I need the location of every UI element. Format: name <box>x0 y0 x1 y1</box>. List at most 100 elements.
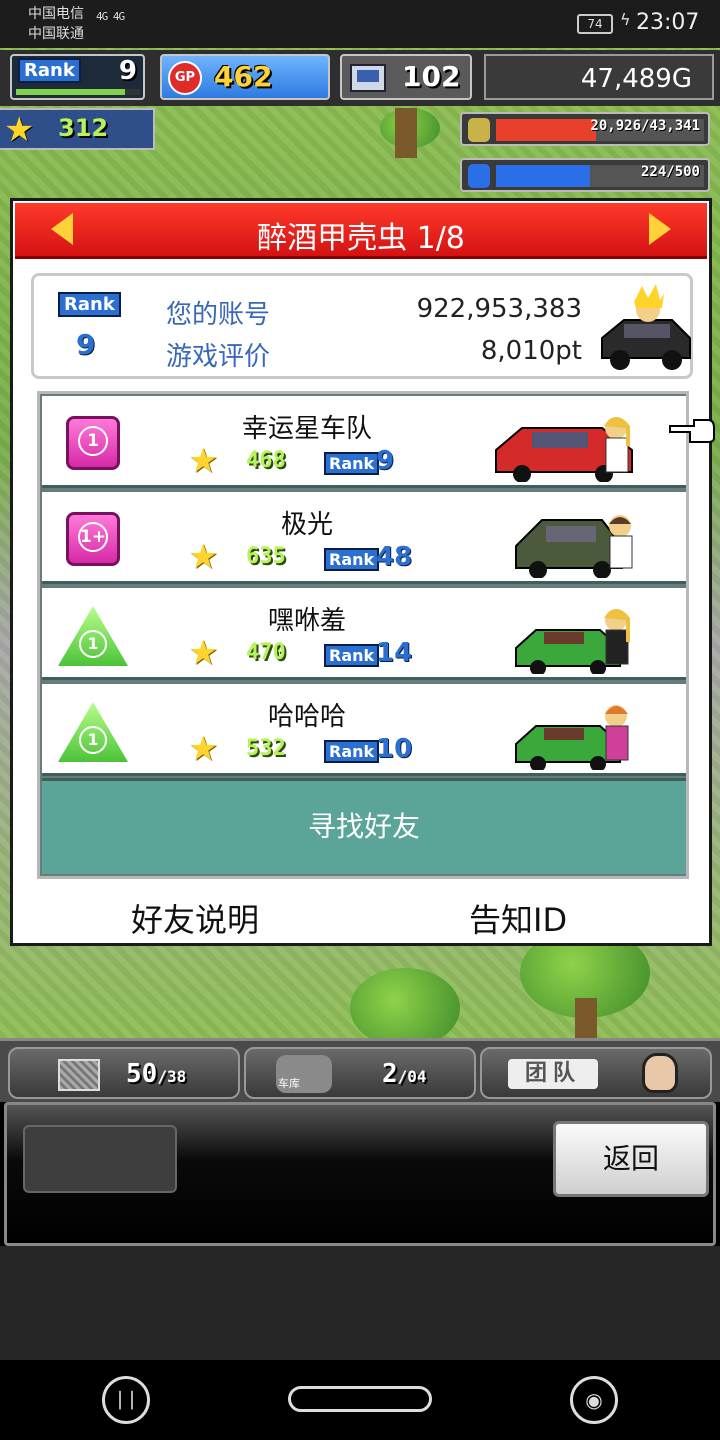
crate-icon <box>58 1059 100 1091</box>
friend-rank-value: 48 <box>376 542 413 572</box>
empty-slot <box>23 1125 177 1193</box>
items-count: 50/38 <box>126 1059 186 1089</box>
friend-car-icon <box>515 705 629 770</box>
home-nav-icon[interactable] <box>288 1386 432 1412</box>
signal-icon: 4G 4G <box>96 10 125 23</box>
water-text: 224/500 <box>640 164 700 180</box>
friend-rank-label: Rank <box>324 740 380 763</box>
rank-value: 9 <box>118 56 137 86</box>
friend-level-badge: 1 <box>58 702 128 762</box>
friend-rank-value: 10 <box>376 734 413 764</box>
friend-car-icon <box>495 417 633 482</box>
star-icon: ★ <box>188 537 219 577</box>
find-friend-button[interactable]: 寻找好友 <box>42 778 686 874</box>
friend-row[interactable]: 1+ 极光 ★ 635 Rank 48 <box>42 492 686 584</box>
star-panel: ★ 312 <box>0 108 155 150</box>
garage-count-value: 2 <box>382 1059 398 1089</box>
star-icon: ★ <box>188 633 219 673</box>
charging-icon: ϟ <box>620 10 631 29</box>
player-car-icon <box>601 284 691 370</box>
empty-area <box>0 1246 720 1360</box>
money-panel: 47,489G <box>484 54 714 100</box>
tree-trunk <box>395 108 417 158</box>
friend-list: 1 幸运星车队 ★ 468 Rank 9 1+ 极光 ★ 635 Rank 48 <box>37 391 689 879</box>
friend-name: 极光 <box>280 510 333 540</box>
fuel-text: 20,926/43,341 <box>590 118 700 134</box>
back-button[interactable]: 返回 <box>553 1121 709 1197</box>
tree-trunk <box>575 998 597 1038</box>
friend-level-badge: 1 <box>58 606 128 666</box>
money-value: 47,489G <box>580 64 692 94</box>
account-label: 您的账号 <box>166 300 271 330</box>
profile-card: Rank 9 您的账号 922,953,383 游戏评价 8,010pt <box>31 273 693 379</box>
bottom-hud: 50/38 车库 2/04 团队 <box>0 1038 720 1102</box>
avatar <box>642 1053 678 1093</box>
rating-value: 8,010pt <box>480 336 582 366</box>
carrier-2: 中国联通 <box>28 26 84 42</box>
star-icon: ★ <box>188 441 219 481</box>
rank-progress-bar <box>16 89 140 95</box>
friend-rank-label: Rank <box>324 644 380 667</box>
battery-icon: 74 <box>577 14 613 34</box>
pc-value: 102 <box>402 60 461 93</box>
assistant-nav-icon[interactable]: ᛁᛁ <box>102 1376 150 1424</box>
friend-row[interactable]: 1 嘿咻羞 ★ 470 Rank 14 <box>42 588 686 680</box>
notify-id-button[interactable]: 告知ID <box>469 895 567 941</box>
carrier-info: 中国电信 中国联通 <box>28 4 84 44</box>
friends-modal: 醉酒甲壳虫 1/8 Rank 9 您的账号 922,953,383 游戏评价 8… <box>10 198 712 946</box>
items-slot[interactable]: 50/38 <box>8 1047 240 1099</box>
tree-sprite <box>350 968 460 1048</box>
friend-row[interactable]: 1 幸运星车队 ★ 468 Rank 9 <box>42 396 686 488</box>
friend-stars: 468 <box>246 448 286 473</box>
badge-label: 1+ <box>78 522 108 552</box>
friend-stars: 470 <box>246 640 286 665</box>
friend-row[interactable]: 1 哈哈哈 ★ 532 Rank 10 <box>42 684 686 776</box>
friend-car-icon <box>515 515 633 578</box>
modal-header: 醉酒甲壳虫 1/8 <box>15 203 707 259</box>
water-bottle-icon <box>468 164 490 188</box>
carrier-1: 中国电信 <box>28 6 84 22</box>
water-fill <box>496 165 590 187</box>
friend-name: 哈哈哈 <box>267 702 346 732</box>
water-meter: 224/500 <box>460 158 710 192</box>
friend-level-badge: 1+ <box>66 512 120 566</box>
pointing-hand-icon <box>669 419 715 443</box>
star-icon: ★ <box>4 110 35 150</box>
profile-rank-label: Rank <box>58 292 121 317</box>
friend-info-button[interactable]: 好友说明 <box>131 895 259 941</box>
eye-nav-icon[interactable]: ◉ <box>570 1376 618 1424</box>
clock: 23:07 <box>636 10 700 35</box>
friend-rank-value: 14 <box>376 638 413 668</box>
team-slot[interactable]: 团队 <box>480 1047 712 1099</box>
badge-label: 1 <box>79 630 107 658</box>
friend-stars: 635 <box>246 544 286 569</box>
items-count-value: 50 <box>126 1059 158 1089</box>
modal-title: 醉酒甲壳虫 1/8 <box>257 221 465 256</box>
garage-label: 车库 <box>278 1077 300 1090</box>
friend-rank-label: Rank <box>324 548 380 571</box>
garage-max: /04 <box>397 1067 427 1086</box>
gp-panel[interactable]: GP 462 <box>160 54 330 100</box>
items-max: /38 <box>157 1067 187 1086</box>
next-arrow-icon[interactable] <box>649 213 671 245</box>
action-panel: 返回 <box>4 1102 716 1246</box>
rating-label: 游戏评价 <box>166 342 271 372</box>
friend-rank-label: Rank <box>324 452 380 475</box>
friend-car-icon <box>515 609 630 674</box>
friend-stars: 532 <box>246 736 286 761</box>
rank-progress-fill <box>16 89 126 95</box>
star-value: 312 <box>58 114 109 142</box>
account-value: 922,953,383 <box>416 294 582 324</box>
badge-label: 1 <box>78 426 108 456</box>
gp-value: 462 <box>214 60 273 93</box>
computer-icon <box>350 64 386 92</box>
badge-label: 1 <box>79 726 107 754</box>
pc-panel[interactable]: 102 <box>340 54 472 100</box>
rank-panel: Rank 9 <box>10 54 145 100</box>
fuel-meter: 20,926/43,341 <box>460 112 710 146</box>
gp-coin-icon: GP <box>168 61 202 95</box>
garage-count: 2/04 <box>382 1059 427 1089</box>
friend-name: 幸运星车队 <box>241 414 372 444</box>
garage-slot[interactable]: 车库 2/04 <box>244 1047 476 1099</box>
star-icon: ★ <box>188 729 219 769</box>
